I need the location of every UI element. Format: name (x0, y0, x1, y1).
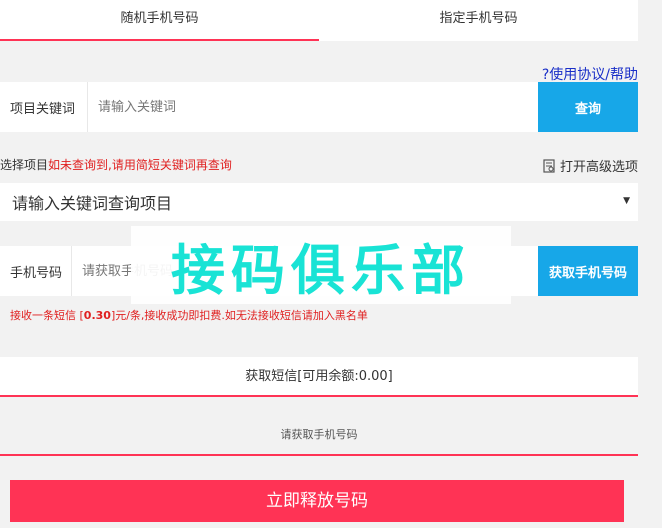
phone-label: 手机号码 (0, 246, 72, 296)
tab-bar: 随机手机号码 指定手机号码 (0, 0, 638, 41)
get-sms-button[interactable]: 获取短信[可用余额:0.00] (0, 357, 638, 397)
fee-notice-before: 接收一条短信 [ (10, 309, 84, 322)
tab-random-number[interactable]: 随机手机号码 (0, 0, 319, 41)
project-select-value: 请输入关键词查询项目 (12, 194, 173, 213)
advanced-options-label: 打开高级选项 (559, 160, 638, 175)
keyword-row: 项目关键词 查询 (0, 82, 638, 132)
tab-specified-number[interactable]: 指定手机号码 (319, 0, 638, 41)
project-select[interactable]: 请输入关键词查询项目 ▼ (0, 183, 638, 221)
get-phone-button[interactable]: 获取手机号码 (538, 246, 638, 296)
keyword-input[interactable] (88, 82, 538, 132)
watermark-overlay: 接码俱乐部 (131, 226, 511, 304)
query-button[interactable]: 查询 (538, 82, 638, 132)
select-hint-warning: 如未查询到,请用简短关键词再查询 (48, 158, 232, 172)
dropdown-caret-icon: ▼ (623, 196, 630, 206)
settings-doc-icon (543, 158, 555, 173)
help-link[interactable]: ?使用协议/帮助 (542, 64, 638, 84)
select-hint-label: 选择项目 (0, 158, 49, 172)
fee-notice-after: ]元/条,接收成功即扣费.如无法接收短信请加入黑名单 (110, 309, 368, 322)
advanced-options-toggle[interactable]: 打开高级选项 (543, 156, 638, 175)
release-number-button[interactable]: 立即释放号码 (10, 480, 624, 522)
fee-price: 0.30 (83, 309, 111, 322)
select-hint: 选择项目如未查询到,请用简短关键词再查询 打开高级选项 (0, 156, 638, 175)
sms-content-area: 请获取手机号码 (0, 416, 638, 456)
fee-notice: 接收一条短信 [0.30]元/条,接收成功即扣费.如无法接收短信请加入黑名单 (10, 307, 368, 323)
watermark-text: 接码俱乐部 (171, 238, 471, 302)
keyword-label: 项目关键词 (0, 82, 88, 132)
